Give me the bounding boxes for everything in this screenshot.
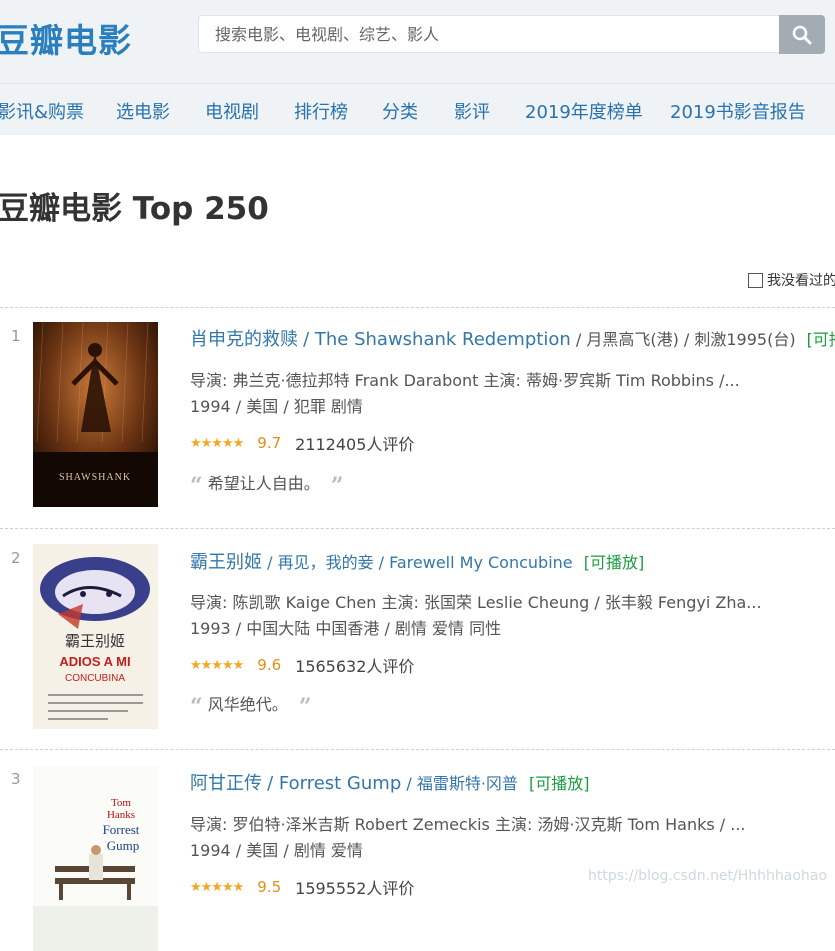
- svg-text:Gump: Gump: [107, 838, 140, 853]
- movie-alt-title: / 月黑高飞(港) / 刺激1995(台): [575, 330, 796, 349]
- movie-poster[interactable]: Tom Hanks Forrest Gump: [33, 766, 158, 951]
- svg-text:Tom: Tom: [111, 797, 131, 809]
- movie-foreign-title[interactable]: / The Shawshank Redemption: [303, 329, 571, 350]
- search-input[interactable]: [198, 15, 780, 53]
- movie-foreign-title[interactable]: / Forrest Gump: [267, 773, 401, 794]
- nav-item-annual-list[interactable]: 2019年度榜单: [525, 98, 643, 124]
- watermark: https://blog.csdn.net/Hhhhhaohao: [588, 868, 827, 884]
- nav-item-charts[interactable]: 排行榜: [294, 98, 348, 124]
- open-quote-icon: “: [190, 473, 203, 499]
- movie-meta: 1994 / 美国 / 犯罪 剧情: [190, 397, 363, 416]
- movie-quote: 希望让人自由。: [207, 474, 320, 493]
- svg-text:CONCUBINA: CONCUBINA: [65, 673, 125, 684]
- close-quote-icon: ”: [298, 694, 312, 720]
- playable-badge: [可播放]: [583, 553, 645, 572]
- rating-score: 9.7: [257, 434, 282, 452]
- movie-credits: 导演: 弗兰克·德拉邦特 Frank Darabont 主演: 蒂姆·罗宾斯 T…: [190, 371, 740, 390]
- nav-item-explore[interactable]: 选电影: [116, 98, 170, 124]
- movie-title[interactable]: 霸王别姬: [190, 552, 262, 573]
- list-divider: [0, 528, 835, 529]
- movie-quote: 风华绝代。: [207, 695, 288, 714]
- movie-rank: 1: [11, 327, 21, 345]
- movie-poster[interactable]: 霸王别姬 ADIOS A MI CONCUBINA: [33, 544, 158, 729]
- site-logo[interactable]: 豆瓣电影: [0, 14, 132, 62]
- poster-title-text: SHAWSHANK: [59, 472, 131, 483]
- nav-divider: [0, 83, 835, 84]
- search-button[interactable]: [779, 15, 825, 54]
- unwatched-checkbox[interactable]: [748, 272, 763, 288]
- rating-votes: 1595552人评价: [295, 879, 415, 898]
- rating-votes: 2112405人评价: [295, 435, 415, 454]
- movie-title[interactable]: 阿甘正传: [190, 773, 262, 794]
- movie-rank: 2: [11, 549, 21, 567]
- unwatched-filter[interactable]: 我没看过的: [748, 270, 835, 290]
- movie-credits: 导演: 陈凯歌 Kaige Chen 主演: 张国荣 Leslie Cheung…: [190, 593, 762, 612]
- movie-rank: 3: [11, 770, 21, 788]
- svg-text:Hanks: Hanks: [107, 809, 135, 821]
- poster-title-text: ADIOS A MI: [59, 654, 130, 669]
- movie-alt-title: / 福雷斯特·冈普: [406, 774, 518, 793]
- rating-score: 9.6: [257, 656, 282, 674]
- page-title: 豆瓣电影 Top 250: [0, 191, 269, 227]
- list-divider: [0, 749, 835, 750]
- nav-item-categories[interactable]: 分类: [382, 98, 418, 124]
- movie-credits: 导演: 罗伯特·泽米吉斯 Robert Zemeckis 主演: 汤姆·汉克斯 …: [190, 815, 746, 834]
- movie-meta: 1994 / 美国 / 剧情 爱情: [190, 841, 363, 860]
- rating-stars-icon: ★★★★★: [190, 435, 244, 451]
- close-quote-icon: ”: [330, 473, 344, 499]
- movie-foreign-title[interactable]: / 再见，我的妾 / Farewell My Concubine: [267, 553, 573, 572]
- open-quote-icon: “: [190, 694, 203, 720]
- rating-stars-icon: ★★★★★: [190, 657, 244, 673]
- poster-title-text: Forrest: [103, 822, 140, 837]
- unwatched-filter-label: 我没看过的: [767, 273, 835, 289]
- nav-item-tv[interactable]: 电视剧: [205, 98, 259, 124]
- movie-poster[interactable]: SHAWSHANK: [33, 322, 158, 507]
- nav-item-annual-report[interactable]: 2019书影音报告: [670, 98, 806, 124]
- nav-item-reviews[interactable]: 影评: [454, 98, 490, 124]
- rating-stars-icon: ★★★★★: [190, 879, 244, 895]
- movie-meta: 1993 / 中国大陆 中国香港 / 剧情 爱情 同性: [190, 619, 502, 638]
- site-header: 豆瓣电影 影讯&购票 选电影 电视剧 排行榜 分类 影评 2019年度榜单 20…: [0, 0, 835, 135]
- nav-item-tickets[interactable]: 影讯&购票: [0, 98, 84, 124]
- playable-badge: [可播放]: [806, 330, 835, 349]
- movie-title[interactable]: 肖申克的救赎: [190, 329, 298, 350]
- svg-text:霸王别姬: 霸王别姬: [65, 632, 125, 650]
- rating-votes: 1565632人评价: [295, 657, 415, 676]
- search-icon: [792, 25, 812, 44]
- playable-badge: [可播放]: [529, 774, 590, 793]
- rating-score: 9.5: [257, 878, 282, 896]
- list-divider: [0, 307, 835, 308]
